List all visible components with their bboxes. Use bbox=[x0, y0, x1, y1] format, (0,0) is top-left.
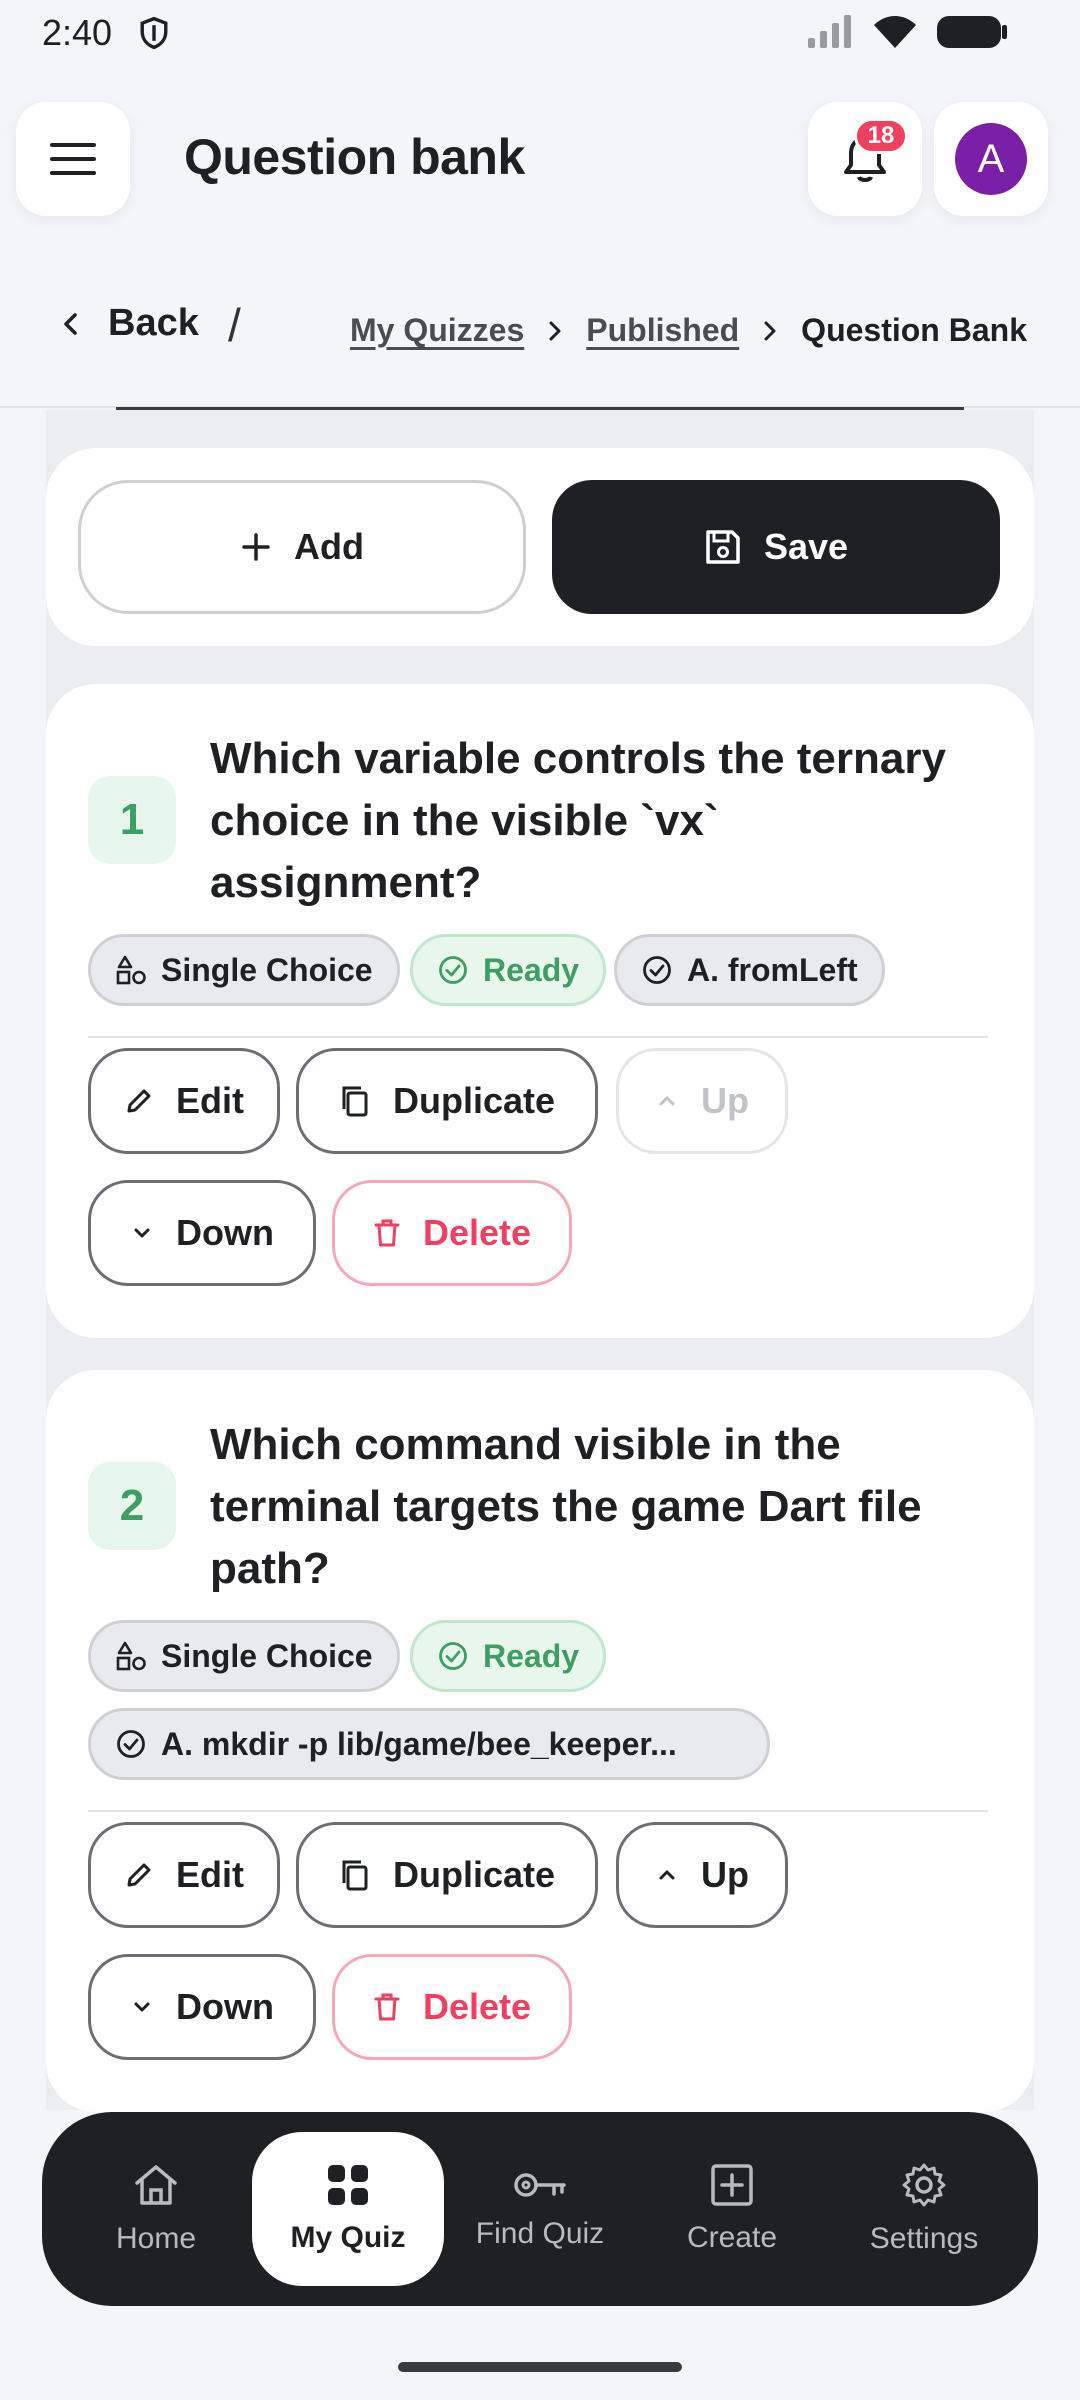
bottom-nav: Home My Quiz Find Quiz Create Settings bbox=[42, 2112, 1038, 2306]
delete-button[interactable]: Delete bbox=[332, 1180, 572, 1286]
move-down-button[interactable]: Down bbox=[88, 1180, 316, 1286]
breadcrumb-separator: / bbox=[228, 299, 241, 351]
question-number: 2 bbox=[88, 1462, 176, 1550]
breadcrumb-question-bank: Question Bank bbox=[801, 312, 1027, 348]
pencil-icon bbox=[127, 1863, 151, 1887]
card-divider bbox=[88, 1036, 988, 1038]
status-badge: Ready bbox=[410, 934, 607, 1006]
menu-button[interactable] bbox=[16, 102, 130, 216]
question-number: 1 bbox=[88, 776, 176, 864]
check-circle-icon bbox=[643, 956, 671, 984]
save-label: Save bbox=[763, 526, 849, 567]
notification-badge: 18 bbox=[854, 118, 908, 154]
grid-icon bbox=[328, 2165, 368, 2205]
add-button[interactable]: Add bbox=[78, 480, 526, 614]
chevron-right-icon bbox=[549, 321, 561, 340]
question-card-2: 2 Which command visible in the terminal … bbox=[46, 1370, 1034, 2112]
notifications-button[interactable]: 18 bbox=[808, 102, 922, 216]
back-button[interactable]: Back bbox=[56, 302, 199, 345]
card-divider bbox=[88, 1810, 988, 1812]
breadcrumb: My Quizzes Published Question Bank bbox=[350, 312, 1027, 349]
home-icon bbox=[135, 2165, 177, 2205]
home-indicator bbox=[398, 2362, 682, 2372]
nav-settings[interactable]: Settings bbox=[828, 2132, 1020, 2286]
plus-icon bbox=[242, 533, 270, 561]
avatar-button[interactable]: A bbox=[934, 102, 1048, 216]
signal-icon bbox=[808, 15, 851, 48]
add-label: Add bbox=[294, 526, 364, 567]
wifi-icon bbox=[874, 16, 916, 48]
chevron-up-icon bbox=[659, 1096, 675, 1106]
move-down-button[interactable]: Down bbox=[88, 1954, 316, 2060]
copy-icon bbox=[342, 1086, 368, 1117]
edit-button[interactable]: Edit bbox=[88, 1048, 280, 1154]
floppy-disk-icon bbox=[706, 530, 740, 564]
page-title: Question bank bbox=[184, 129, 525, 185]
shapes-icon bbox=[116, 955, 146, 985]
avatar: A bbox=[955, 123, 1027, 195]
nav-my-quiz[interactable]: My Quiz bbox=[252, 2132, 444, 2286]
status-icons bbox=[806, 14, 1008, 50]
trash-icon bbox=[374, 1993, 400, 2021]
nav-create[interactable]: Create bbox=[636, 2132, 828, 2286]
pencil-icon bbox=[127, 1089, 151, 1113]
chevron-down-icon bbox=[134, 2002, 150, 2012]
plus-square-icon bbox=[711, 2164, 753, 2206]
trash-icon bbox=[374, 1219, 400, 1247]
nav-find-quiz[interactable]: Find Quiz bbox=[444, 2132, 636, 2286]
duplicate-button[interactable]: Duplicate bbox=[296, 1048, 598, 1154]
move-up-button[interactable]: Up bbox=[616, 1822, 788, 1928]
save-button[interactable]: Save bbox=[552, 480, 1000, 614]
check-circle-icon bbox=[117, 1730, 145, 1758]
check-circle-icon bbox=[439, 956, 467, 984]
question-text: Which variable controls the ternary choi… bbox=[210, 734, 946, 907]
battery-icon bbox=[937, 16, 1007, 48]
chevron-down-icon bbox=[134, 1228, 150, 1238]
copy-icon bbox=[342, 1860, 368, 1891]
chevron-left-icon bbox=[64, 312, 77, 335]
question-card-1: 1 Which variable controls the ternary ch… bbox=[46, 684, 1034, 1338]
type-chip: Single Choice bbox=[88, 934, 400, 1006]
breadcrumb-my-quizzes[interactable]: My Quizzes bbox=[350, 312, 524, 349]
back-label: Back bbox=[108, 302, 199, 344]
check-circle-icon bbox=[439, 1642, 467, 1670]
hamburger-icon bbox=[50, 143, 96, 175]
status-time: 2:40 bbox=[42, 12, 113, 53]
edit-button[interactable]: Edit bbox=[88, 1822, 280, 1928]
answer-chip: A. mkdir -p lib/game/bee_keeper... bbox=[88, 1708, 770, 1780]
delete-button[interactable]: Delete bbox=[332, 1954, 572, 2060]
status-badge: Ready bbox=[410, 1620, 607, 1692]
shapes-icon bbox=[116, 1641, 146, 1671]
breadcrumb-published[interactable]: Published bbox=[586, 312, 739, 349]
move-up-button[interactable]: Up bbox=[616, 1048, 788, 1154]
nav-home[interactable]: Home bbox=[60, 2132, 252, 2286]
shield-icon bbox=[140, 16, 168, 50]
type-chip: Single Choice bbox=[88, 1620, 400, 1692]
chevron-up-icon bbox=[659, 1870, 675, 1880]
duplicate-button[interactable]: Duplicate bbox=[296, 1822, 598, 1928]
chevron-right-icon bbox=[764, 321, 776, 340]
question-text: Which command visible in the terminal ta… bbox=[210, 1420, 922, 1593]
gear-icon bbox=[902, 2163, 946, 2207]
answer-chip: A. fromLeft bbox=[614, 934, 885, 1006]
key-icon bbox=[514, 2173, 566, 2197]
